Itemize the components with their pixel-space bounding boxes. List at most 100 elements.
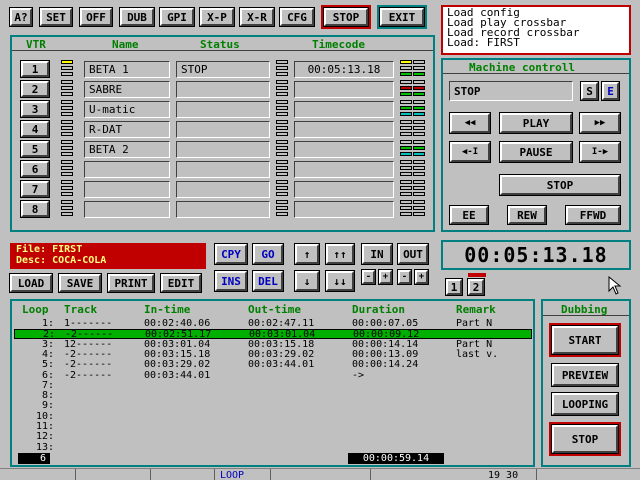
status-led — [413, 86, 425, 90]
save-button[interactable]: SAVE — [59, 274, 101, 292]
edit-button[interactable]: EDIT — [161, 274, 201, 292]
out-time: 00:03:44.01 — [248, 359, 315, 371]
status-led — [61, 192, 73, 196]
page-2-button[interactable]: 2 — [468, 279, 484, 295]
list-item[interactable]: 6: -2------ 00:03:44.01 -> — [14, 369, 532, 381]
list-item[interactable]: 12: — [14, 432, 532, 442]
vtr-select-button[interactable]: 6 — [21, 161, 49, 177]
in-minus-button[interactable]: - — [362, 270, 375, 284]
vtr-name: U-matic — [84, 101, 170, 118]
status-led — [61, 60, 73, 64]
insert-button[interactable]: INS — [215, 271, 247, 291]
in-plus-button[interactable]: + — [379, 270, 392, 284]
looping-button[interactable]: LOOPING — [552, 393, 618, 415]
status-led — [400, 186, 412, 190]
page-down-icon[interactable]: ↓↓ — [326, 271, 354, 291]
status-led — [413, 212, 425, 216]
list-item[interactable]: 9: — [14, 401, 532, 411]
status-led — [413, 206, 425, 210]
vtr-select-button[interactable]: 5 — [21, 141, 49, 157]
off-button[interactable]: OFF — [80, 8, 112, 26]
list-item[interactable]: 5: -2------ 00:03:29.02 00:03:44.01 00:00:14… — [14, 360, 532, 370]
vtr-status — [176, 201, 270, 218]
message-log: Load config Load play crossbar Load reco… — [441, 5, 631, 55]
set-button[interactable]: SET — [40, 8, 72, 26]
play-button[interactable]: PLAY — [500, 113, 572, 133]
machine-stop-button[interactable]: STOP — [500, 175, 620, 195]
status-led — [413, 180, 425, 184]
status-led — [276, 112, 288, 116]
up-arrow-icon[interactable]: ↑ — [295, 244, 319, 264]
load-button[interactable]: LOAD — [10, 274, 52, 292]
page-up-icon[interactable]: ↑↑ — [326, 244, 354, 264]
status-led — [400, 152, 412, 156]
status-led — [276, 106, 288, 110]
rew-button[interactable]: REW — [508, 206, 546, 224]
dub-start-button[interactable]: START — [552, 326, 618, 354]
status-led — [276, 80, 288, 84]
status-led — [61, 160, 73, 164]
go-button[interactable]: GO — [253, 244, 283, 264]
cfg-button[interactable]: CFG — [280, 8, 314, 26]
vtr-select-button[interactable]: 8 — [21, 201, 49, 217]
step-forward-button[interactable]: I-▶ — [580, 142, 620, 162]
main-timecode: 00:05:13.18 — [464, 243, 608, 267]
dub-stop-button[interactable]: STOP — [552, 425, 618, 453]
stop-all-button[interactable]: STOP — [324, 8, 368, 26]
out-minus-button[interactable]: - — [398, 270, 411, 284]
list-item[interactable]: 13: — [14, 441, 532, 453]
status-led — [61, 100, 73, 104]
list-item[interactable]: 2: -2------ 00:02:51.17 00:03:01.04 00:00:09… — [14, 329, 532, 340]
vtr-timecode — [294, 201, 394, 218]
step-back-button[interactable]: ◀-I — [450, 142, 490, 162]
loop-number: 6: — [42, 369, 55, 381]
help-button[interactable]: A? — [10, 8, 32, 26]
dub-button[interactable]: DUB — [120, 8, 154, 26]
vtr-name — [84, 201, 170, 218]
ffwd-button[interactable]: FFWD — [566, 206, 620, 224]
page-1-button[interactable]: 1 — [446, 279, 462, 295]
status-led — [400, 160, 412, 164]
delete-button[interactable]: DEL — [253, 271, 283, 291]
down-arrow-icon[interactable]: ↓ — [295, 271, 319, 291]
loop-number: 5: — [42, 359, 55, 371]
status-led — [276, 186, 288, 190]
status-led — [276, 120, 288, 124]
list-item[interactable]: 7: — [14, 380, 532, 391]
gpi-button[interactable]: GPI — [160, 8, 194, 26]
status-led — [61, 140, 73, 144]
status-led — [413, 92, 425, 96]
print-button[interactable]: PRINT — [108, 274, 154, 292]
ee-button[interactable]: EE — [450, 206, 488, 224]
loop-number: 13: — [36, 441, 55, 453]
rewind-icon[interactable]: ◀◀ — [450, 113, 490, 133]
list-item[interactable]: 1: 1------- 00:02:40.06 00:02:47.11 00:00:07… — [14, 319, 532, 329]
vtr-select-button[interactable]: 7 — [21, 181, 49, 197]
list-item[interactable]: 10: — [14, 411, 532, 422]
in-time: 00:03:44.01 — [144, 369, 211, 381]
pause-button[interactable]: PAUSE — [500, 142, 572, 162]
e-button[interactable]: E — [602, 82, 619, 100]
status-bar: LOOP 19 30 — [0, 468, 640, 480]
out-button[interactable]: OUT — [398, 244, 428, 264]
vtr-timecode — [294, 121, 394, 138]
vtr-select-button[interactable]: 3 — [21, 101, 49, 117]
preview-button[interactable]: PREVIEW — [552, 364, 618, 386]
fast-forward-icon[interactable]: ▶▶ — [580, 113, 620, 133]
s-button[interactable]: S — [581, 82, 598, 100]
status-led — [400, 172, 412, 176]
xr-button[interactable]: X-R — [240, 8, 274, 26]
vtr-select-button[interactable]: 2 — [21, 81, 49, 97]
vtr-select-button[interactable]: 4 — [21, 121, 49, 137]
list-item[interactable]: 11: — [14, 422, 532, 432]
page-indicator — [468, 273, 486, 277]
exit-button[interactable]: EXIT — [380, 8, 424, 26]
loop-header: Loop — [22, 303, 49, 316]
out-plus-button[interactable]: + — [415, 270, 428, 284]
copy-button[interactable]: CPY — [215, 244, 247, 264]
list-item[interactable]: 8: — [14, 391, 532, 401]
vtr-select-button[interactable]: 1 — [21, 61, 49, 77]
in-button[interactable]: IN — [362, 244, 392, 264]
entry-count: 6 — [18, 453, 50, 464]
xp-button[interactable]: X-P — [200, 8, 234, 26]
